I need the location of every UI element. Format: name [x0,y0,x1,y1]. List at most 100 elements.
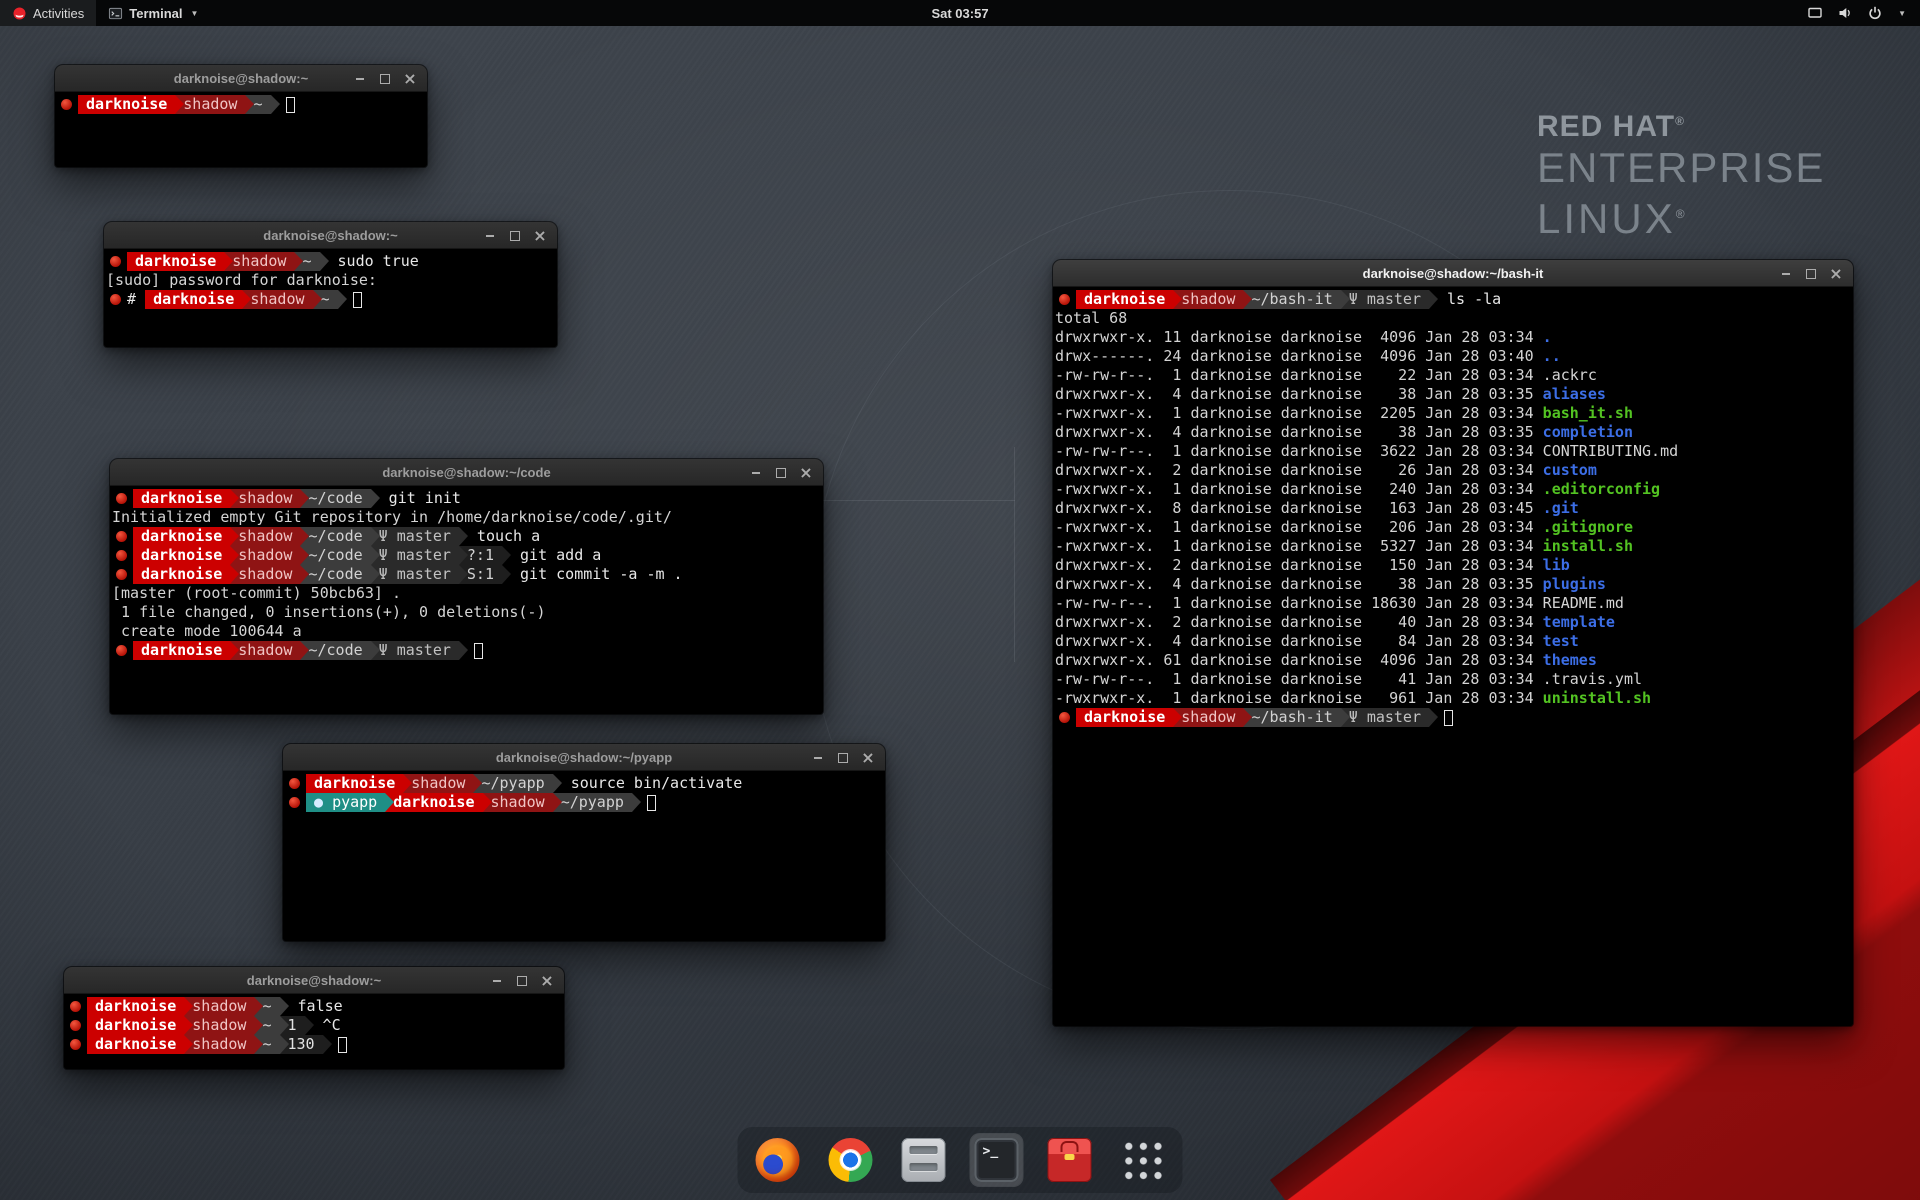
terminal-text: # [127,290,145,309]
activities-button[interactable]: Activities [0,0,96,26]
prompt-segment-path: ~/code [300,489,370,508]
dock-item-app-grid[interactable] [1117,1134,1169,1186]
prompt-segment-user: darknoise [1076,290,1173,309]
top-bar: Activities Terminal ▼ Sat 03:57 ▼ [0,0,1920,26]
terminal-body[interactable]: darknoiseshadow~ [55,92,427,167]
prompt-redhat-icon [70,1039,81,1050]
minimize-button[interactable] [489,973,505,989]
window-controls [352,65,418,92]
dock-item-chrome[interactable] [825,1134,877,1186]
close-button[interactable] [532,228,548,244]
prompt-segment-user: darknoise [133,565,230,584]
window-titlebar[interactable]: darknoise@shadow:~ [55,65,427,92]
prompt-redhat-icon [116,550,127,561]
maximize-button[interactable] [377,71,393,87]
powerline-separator-icon [459,527,468,546]
maximize-button[interactable] [1803,266,1819,282]
terminal-line: -rw-rw-r--. 1 darknoise darknoise 3622 J… [1055,442,1851,461]
powerline-separator-icon [175,95,184,114]
system-menu-caret-icon[interactable]: ▼ [1898,9,1906,18]
close-button[interactable] [539,973,555,989]
terminal-text: drwxrwxr-x. 2 darknoise darknoise 26 Jan… [1055,461,1543,480]
terminal-text: drwxrwxr-x. 11 darknoise darknoise 4096 … [1055,328,1543,347]
brand-registered-mark: ® [1675,114,1685,128]
powerline-separator-icon [553,793,562,812]
terminal-cursor [647,795,656,811]
minimize-button[interactable] [748,465,764,481]
terminal-body[interactable]: darknoiseshadow~/code git initInitialize… [110,486,823,714]
dock-item-terminal[interactable] [971,1134,1023,1186]
maximize-button[interactable] [773,465,789,481]
terminal-text: lib [1543,556,1570,575]
close-button[interactable] [798,465,814,481]
powerline-separator-icon [632,793,641,812]
minimize-button[interactable] [482,228,498,244]
terminal-body[interactable]: darknoiseshadow~ falsedarknoiseshadow~1 … [64,994,564,1069]
clock[interactable]: Sat 03:57 [921,0,998,26]
wallpaper-line-horizontal [800,500,1015,501]
close-button[interactable] [860,750,876,766]
maximize-button[interactable] [514,973,530,989]
powerline-separator-icon [323,1035,332,1054]
prompt-segment-user: darknoise [1076,708,1173,727]
maximize-button[interactable] [507,228,523,244]
prompt-redhat-icon [116,645,127,656]
dock-item-toolbox[interactable] [1044,1134,1096,1186]
window-title: darknoise@shadow:~/pyapp [496,750,672,765]
app-menu-caret-icon: ▼ [191,9,199,18]
terminal-text: -rw-rw-r--. 1 darknoise darknoise 41 Jan… [1055,670,1543,689]
window-titlebar[interactable]: darknoise@shadow:~/pyapp [283,744,885,771]
terminal-body[interactable]: darknoiseshadow~/pyapp source bin/activa… [283,771,885,941]
terminal-text: uninstall.sh [1543,689,1651,708]
minimize-button[interactable] [1778,266,1794,282]
terminal-line: drwxrwxr-x. 2 darknoise darknoise 40 Jan… [1055,613,1851,632]
prompt-segment-path: ~/pyapp [473,774,552,793]
volume-icon[interactable] [1836,5,1853,22]
display-status-icon[interactable] [1806,5,1823,22]
dock-item-firefox[interactable] [752,1134,804,1186]
app-menu-terminal[interactable]: Terminal ▼ [96,0,210,26]
brand-line3: LINUX [1537,195,1676,242]
minimize-button[interactable] [352,71,368,87]
terminal-body[interactable]: darknoiseshadow~ sudo true[sudo] passwor… [104,249,557,347]
powerline-separator-icon [230,641,239,660]
prompt-segment-host: shadow [403,774,473,793]
terminal-window-bash-it[interactable]: darknoise@shadow:~/bash-itdarknoiseshado… [1053,260,1853,1026]
terminal-text: README.md [1543,594,1624,613]
prompt-segment-git: master [371,565,459,584]
terminal-window-sudo[interactable]: darknoise@shadow:~darknoiseshadow~ sudo … [104,222,557,347]
terminal-line: drwxrwxr-x. 2 darknoise darknoise 26 Jan… [1055,461,1851,480]
window-titlebar[interactable]: darknoise@shadow:~/bash-it [1053,260,1853,287]
window-titlebar[interactable]: darknoise@shadow:~ [64,967,564,994]
powerline-separator-icon [1173,290,1182,309]
terminal-line: -rwxrwxr-x. 1 darknoise darknoise 206 Ja… [1055,518,1851,537]
window-titlebar[interactable]: darknoise@shadow:~ [104,222,557,249]
terminal-text: touch a [468,527,540,546]
power-icon[interactable] [1866,5,1883,22]
terminal-text: -rw-rw-r--. 1 darknoise darknoise 18630 … [1055,594,1543,613]
powerline-separator-icon [184,1016,193,1035]
terminal-window-home-1[interactable]: darknoise@shadow:~darknoiseshadow~ [55,65,427,167]
minimize-button[interactable] [810,750,826,766]
terminal-text: template [1543,613,1615,632]
powerline-separator-icon [371,489,380,508]
terminal-line: 1 file changed, 0 insertions(+), 0 delet… [112,603,821,622]
terminal-line: darknoiseshadow~ sudo true [106,252,555,271]
maximize-button[interactable] [835,750,851,766]
terminal-window-pyapp[interactable]: darknoise@shadow:~/pyapp darknoiseshadow~… [283,744,885,941]
close-button[interactable] [1828,266,1844,282]
window-controls [810,744,876,771]
window-titlebar[interactable]: darknoise@shadow:~/code [110,459,823,486]
prompt-segment-host: shadow [483,793,553,812]
terminal-window-exit-codes[interactable]: darknoise@shadow:~darknoiseshadow~ false… [64,967,564,1069]
powerline-separator-icon [245,95,254,114]
terminal-line: darknoiseshadow~/codemaster touch a [112,527,821,546]
terminal-line: -rwxrwxr-x. 1 darknoise darknoise 2205 J… [1055,404,1851,423]
powerline-separator-icon [338,290,347,309]
terminal-window-code[interactable]: darknoise@shadow:~/codedarknoiseshadow~/… [110,459,823,714]
powerline-separator-icon [242,290,251,309]
dock-item-files[interactable] [898,1134,950,1186]
terminal-line: darknoiseshadow~/codemasterS:1 git commi… [112,565,821,584]
close-button[interactable] [402,71,418,87]
terminal-body[interactable]: darknoiseshadow~/bash-itmaster ls -latot… [1053,287,1853,1026]
